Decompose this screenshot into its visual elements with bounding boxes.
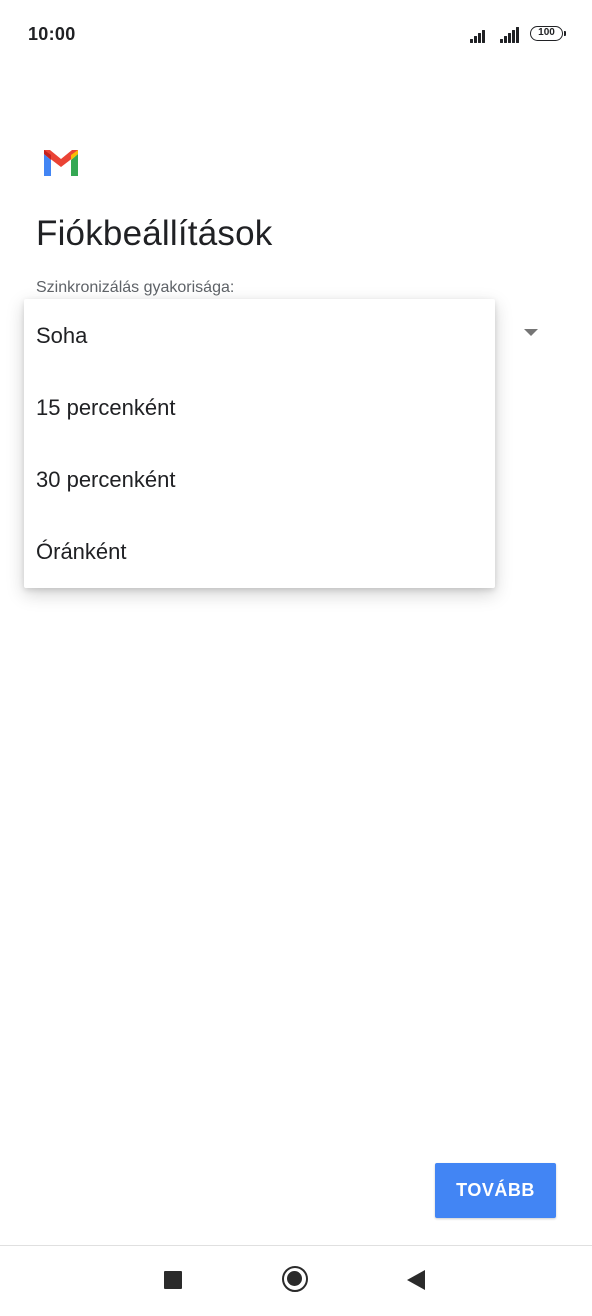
status-bar: 10:00 100 — [0, 0, 592, 72]
sync-frequency-label: Szinkronizálás gyakorisága: — [36, 279, 235, 296]
page-title: Fiókbeállítások — [36, 214, 273, 253]
dropdown-option-soha[interactable]: Soha — [24, 300, 495, 372]
dropdown-option-hourly[interactable]: Óránként — [24, 516, 495, 588]
dropdown-option-15-min[interactable]: 15 percenként — [24, 372, 495, 444]
gmail-logo-icon — [44, 150, 78, 176]
back-icon[interactable] — [407, 1270, 425, 1290]
signal-icon — [500, 27, 520, 43]
navigation-bar — [0, 1245, 592, 1316]
next-button[interactable]: TOVÁBB — [435, 1163, 556, 1218]
home-icon-inner — [287, 1271, 302, 1286]
signal-icon — [470, 27, 490, 43]
status-time: 10:00 — [28, 24, 76, 44]
battery-icon: 100 — [530, 26, 563, 41]
dropdown-arrow-icon[interactable] — [524, 329, 538, 336]
battery-tip — [564, 31, 566, 36]
recent-apps-icon[interactable] — [164, 1271, 182, 1289]
dropdown-option-30-min[interactable]: 30 percenként — [24, 444, 495, 516]
sync-frequency-dropdown: Soha 15 percenként 30 percenként Óránkén… — [24, 299, 495, 588]
home-icon[interactable] — [282, 1266, 308, 1292]
